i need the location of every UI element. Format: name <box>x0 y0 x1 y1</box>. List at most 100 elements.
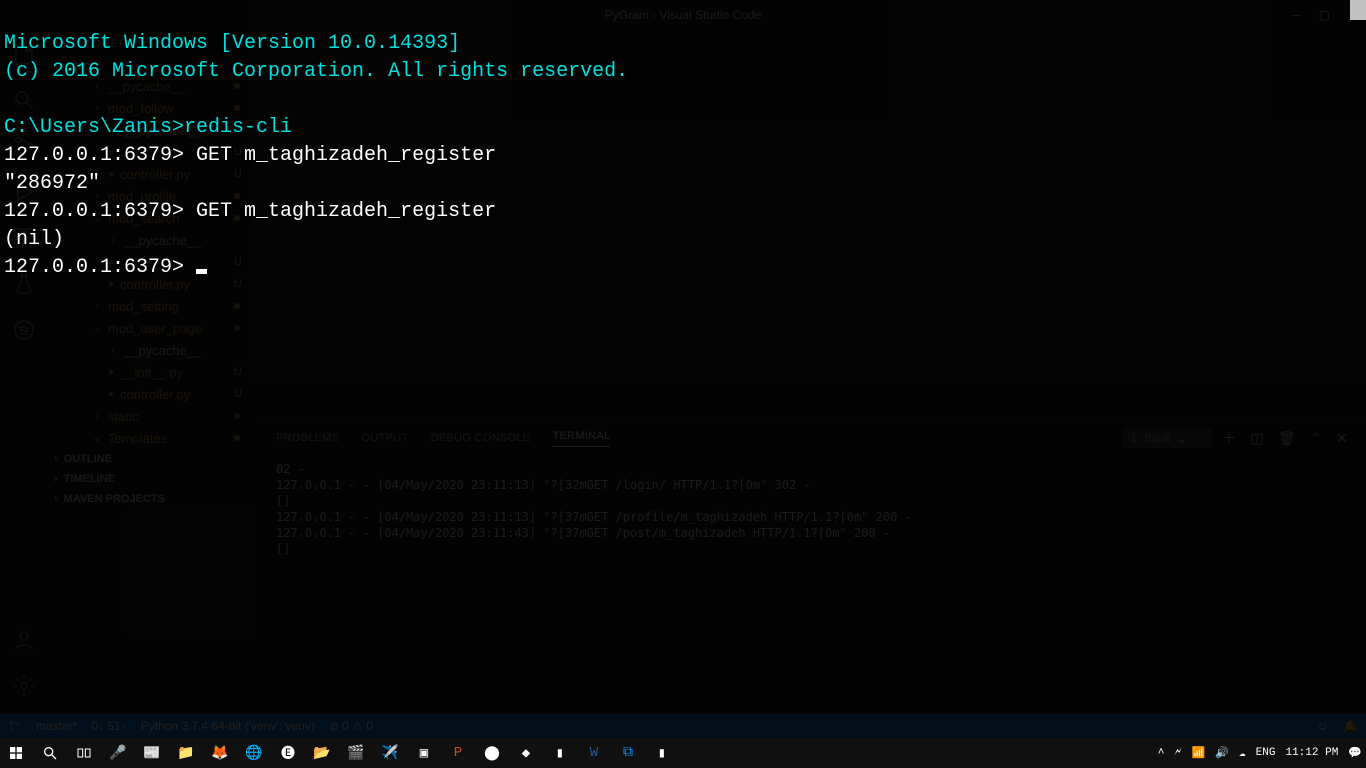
terminal-select[interactable]: 1: flask <box>1122 428 1212 448</box>
chevron-up-icon[interactable]: ⌃ <box>1310 430 1322 447</box>
new-terminal-icon[interactable]: ＋ <box>1222 428 1236 448</box>
cmd-header-line2: (c) 2016 Microsoft Corporation. All righ… <box>4 60 628 83</box>
tab-problems[interactable]: PROBLEMS <box>276 432 340 444</box>
folder-item[interactable]: › __pycache__ <box>62 339 258 361</box>
python-file-icon: ● <box>108 389 114 400</box>
powershell-icon[interactable]: ▣ <box>412 741 436 765</box>
tree-item-label: __init__.py <box>120 365 183 380</box>
close-icon[interactable]: ✕ <box>1336 430 1348 447</box>
python-interpreter[interactable]: Python 3.7.4 64-bit ('venv': venv) <box>141 719 315 733</box>
battery-icon[interactable]: 🗲 <box>1174 747 1181 759</box>
volume-icon[interactable]: 🔊 <box>1215 746 1229 760</box>
terminal-output[interactable]: 02 - 127.0.0.1 - - [04/May/2020 23:11:13… <box>258 455 1366 563</box>
cmd-scrollbar[interactable] <box>1350 0 1366 20</box>
action-center-icon[interactable]: 💬 <box>1348 746 1362 760</box>
powerpoint-icon[interactable]: P <box>446 741 470 765</box>
vscode-statusbar: master* 0↓ 51↑ Python 3.7.4 64-bit ('ven… <box>0 714 1366 738</box>
word-icon[interactable]: W <box>582 741 606 765</box>
tree-item-label: __pycache__ <box>124 343 201 358</box>
problems-count[interactable]: ⊘ 0 ⚠ 0 <box>329 719 373 733</box>
sync-status[interactable]: 0↓ 51↑ <box>91 719 126 733</box>
folder-app-icon[interactable]: 📂 <box>310 741 334 765</box>
file-explorer-icon[interactable]: 📁 <box>174 741 198 765</box>
file-item[interactable]: ● controller.py U <box>62 383 258 405</box>
tree-item-label: mod_setting <box>108 299 179 314</box>
chevron-right-icon: › <box>92 301 102 312</box>
maven-label: MAVEN PROJECTS <box>64 493 165 505</box>
account-icon[interactable] <box>12 628 36 652</box>
outline-label: OUTLINE <box>64 453 112 465</box>
file-item[interactable]: ●__init__.pyU <box>62 361 258 383</box>
chevron-right-icon: › <box>108 345 118 356</box>
folder-item[interactable]: › mod_setting <box>62 295 258 317</box>
notifications-icon[interactable]: 🔔 <box>1343 719 1358 733</box>
redis-command: GET m_taghizadeh_register <box>196 144 496 167</box>
vscode-taskbar-icon[interactable]: ⧉ <box>616 741 640 765</box>
search-icon[interactable] <box>38 741 62 765</box>
cursor-icon <box>196 269 207 274</box>
chevron-down-icon[interactable]: ⌄ <box>1176 430 1188 447</box>
maven-panel[interactable]: › MAVEN PROJECTS <box>48 489 258 509</box>
tree-item-label: static <box>108 409 138 424</box>
start-icon[interactable] <box>4 741 28 765</box>
spotify-icon[interactable] <box>12 318 36 342</box>
redis-result-2: (nil) <box>4 228 64 251</box>
vscode-terminal-panel: PROBLEMS OUTPUT DEBUG CONSOLE TERMINAL 1… <box>258 420 1366 714</box>
git-modified-dot-icon <box>234 413 240 419</box>
git-modified-dot-icon <box>234 303 240 309</box>
taskbar-clock[interactable]: 11:12 PM <box>1285 747 1338 759</box>
tab-output[interactable]: OUTPUT <box>362 432 409 444</box>
git-untracked-badge: U <box>234 388 242 400</box>
terminal-tabbar: PROBLEMS OUTPUT DEBUG CONSOLE TERMINAL 1… <box>258 421 1366 455</box>
git-untracked-badge: U <box>234 366 242 378</box>
gear-icon[interactable] <box>12 674 36 698</box>
tab-terminal[interactable]: TERMINAL <box>552 430 610 447</box>
timeline-panel[interactable]: ›TIMELINE <box>48 469 258 489</box>
chevron-down-icon: ⌄ <box>92 433 102 444</box>
tray-chevron-up-icon[interactable]: ˄ <box>1158 747 1165 759</box>
task-view-icon[interactable] <box>72 741 96 765</box>
onedrive-icon[interactable]: ☁ <box>1239 746 1246 760</box>
outline-panel[interactable]: › OUTLINE <box>48 449 258 469</box>
chrome-icon[interactable]: 🌐 <box>242 741 266 765</box>
wifi-icon[interactable]: 📶 <box>1192 746 1206 760</box>
media-icon[interactable]: 🎬 <box>344 741 368 765</box>
git-modified-dot-icon <box>234 435 240 441</box>
git-branch-label[interactable]: master* <box>36 719 77 733</box>
telegram-icon[interactable]: ✈️ <box>378 741 402 765</box>
terminal-icon[interactable]: ▮ <box>548 741 572 765</box>
cmd-header-line1: Microsoft Windows [Version 10.0.14393] <box>4 32 460 55</box>
folder-item[interactable]: › static <box>62 405 258 427</box>
git-modified-dot-icon <box>234 325 240 331</box>
folder-item[interactable]: ⌄ mod_user_page <box>62 317 258 339</box>
redis-result-1: "286972" <box>4 172 100 195</box>
edge-icon[interactable]: 🅔 <box>276 741 300 765</box>
microphone-icon[interactable]: 🎤 <box>106 741 130 765</box>
redis-prompt: 127.0.0.1:6379> <box>4 200 196 223</box>
chevron-down-icon: ⌄ <box>92 323 102 334</box>
chevron-right-icon: › <box>92 411 102 422</box>
chevron-right-icon: › <box>54 453 58 465</box>
cmd-typed-command: redis-cli <box>184 116 292 139</box>
cmd-window[interactable]: Microsoft Windows [Version 10.0.14393] (… <box>0 0 1358 284</box>
tree-item-label: Templates <box>108 431 167 446</box>
folder-item[interactable]: ⌄ Templates <box>62 427 258 449</box>
lang-indicator[interactable]: ENG <box>1256 747 1276 759</box>
tree-item-label: controller.py <box>120 387 190 402</box>
chevron-right-icon: › <box>54 493 58 505</box>
cmd-prompt-path: C:\Users\Zanis> <box>4 116 184 139</box>
tree-item-label: mod_user_page <box>108 321 202 336</box>
cmd-taskbar-icon[interactable]: ▮ <box>650 741 674 765</box>
steam-icon[interactable]: ⬤ <box>480 741 504 765</box>
split-terminal-icon[interactable]: ◫ <box>1250 430 1264 447</box>
feedback-icon[interactable]: ☺ <box>1317 719 1329 733</box>
firefox-icon[interactable]: 🦊 <box>208 741 232 765</box>
app-icon-2[interactable]: ◆ <box>514 741 538 765</box>
git-branch-icon[interactable] <box>8 719 22 734</box>
app-icon[interactable]: 📰 <box>140 741 164 765</box>
trash-icon[interactable]: 🗑 <box>1278 430 1296 447</box>
windows-taskbar: 🎤 📰 📁 🦊 🌐 🅔 📂 🎬 ✈️ ▣ P ⬤ ◆ ▮ W ⧉ ▮ ˄ 🗲 📶… <box>0 738 1366 768</box>
tab-debug-console[interactable]: DEBUG CONSOLE <box>431 432 531 444</box>
redis-command: GET m_taghizadeh_register <box>196 200 496 223</box>
redis-prompt: 127.0.0.1:6379> <box>4 256 196 279</box>
